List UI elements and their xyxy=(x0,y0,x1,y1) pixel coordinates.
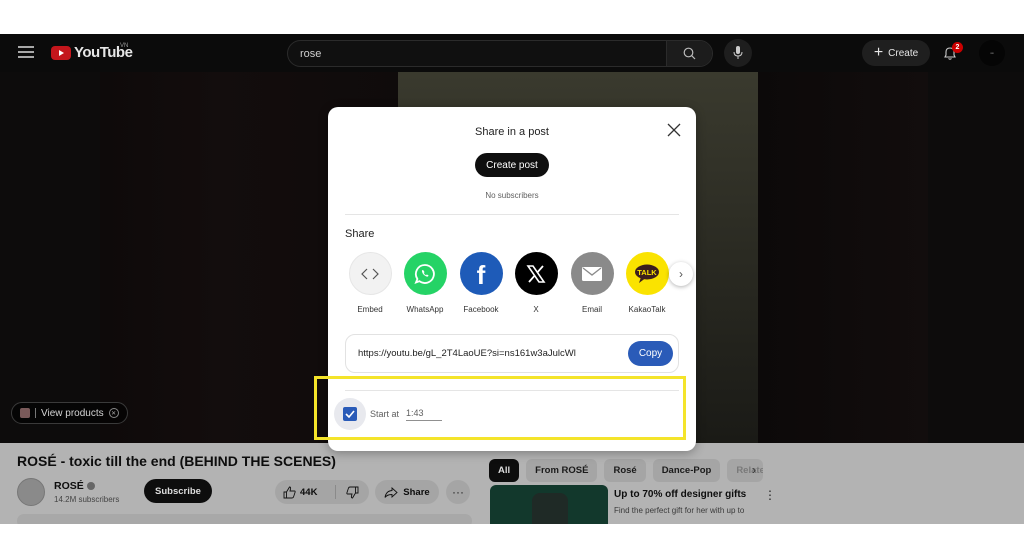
copy-button[interactable]: Copy xyxy=(628,341,673,366)
like-button[interactable]: 44K xyxy=(275,480,335,504)
create-label: Create xyxy=(888,47,919,59)
share-targets: Embed WhatsApp f Facebook X Email TALK K… xyxy=(345,252,693,317)
thumbs-down-icon xyxy=(346,486,359,498)
like-dislike-group: 44K xyxy=(275,480,369,504)
create-post-button[interactable]: Create post xyxy=(475,153,549,177)
menu-icon[interactable] xyxy=(18,46,34,58)
create-button[interactable]: + Create xyxy=(862,40,930,66)
chevron-right-icon[interactable]: › xyxy=(752,463,756,477)
view-products-label: View products xyxy=(41,407,104,419)
masthead: YouTube VN + Create 2 ▪▪▪ xyxy=(0,34,1024,72)
search-input[interactable] xyxy=(288,41,666,66)
channel-avatar[interactable] xyxy=(17,478,45,506)
share-target-x[interactable]: X xyxy=(511,252,561,314)
share-target-embed[interactable]: Embed xyxy=(345,252,395,314)
thumbs-up-icon xyxy=(283,486,296,498)
share-arrow-icon xyxy=(384,486,398,498)
close-icon[interactable] xyxy=(666,122,682,138)
checkbox-checked-icon xyxy=(343,407,357,421)
whatsapp-icon xyxy=(403,252,447,295)
youtube-play-logo-icon xyxy=(51,45,71,60)
country-code: VN xyxy=(120,43,129,49)
share-target-kakaotalk[interactable]: TALK KakaoTalk xyxy=(622,252,672,314)
share-button[interactable]: Share xyxy=(375,480,439,504)
separator xyxy=(35,408,36,418)
ad-title[interactable]: Up to 70% off designer gifts xyxy=(614,489,746,500)
facebook-icon: f xyxy=(459,252,503,295)
microphone-icon xyxy=(733,46,743,59)
svg-text:TALK: TALK xyxy=(637,268,657,277)
search-bar xyxy=(287,40,713,67)
share-target-label: KakaoTalk xyxy=(628,305,666,314)
related-chips: All From ROSÉ Rosé Dance-Pop Related xyxy=(489,459,764,482)
share-target-label: Email xyxy=(581,305,602,314)
share-target-label: X xyxy=(533,305,539,314)
share-target-facebook[interactable]: f Facebook xyxy=(456,252,506,314)
chip-rose[interactable]: Rosé xyxy=(604,459,646,482)
chevron-right-icon[interactable]: › xyxy=(669,262,693,286)
share-section-label: Share xyxy=(345,228,375,240)
product-thumbnail-icon xyxy=(20,408,30,418)
chip-from-rose[interactable]: From ROSÉ xyxy=(526,459,598,482)
share-url-box: Copy xyxy=(345,334,679,373)
video-title: ROSÉ - toxic till the end (BEHIND THE SC… xyxy=(17,453,336,469)
close-icon[interactable]: ✕ xyxy=(108,408,119,418)
share-url-field[interactable] xyxy=(358,348,608,359)
embed-icon xyxy=(348,252,392,295)
video-details: ROSÉ - toxic till the end (BEHIND THE SC… xyxy=(0,443,1024,524)
share-target-label: Embed xyxy=(357,305,383,314)
start-at-label: Start at xyxy=(370,409,400,419)
ad-menu-icon[interactable]: ⋮ xyxy=(764,488,776,502)
voice-search-button[interactable] xyxy=(724,39,752,67)
chip-dance-pop[interactable]: Dance-Pop xyxy=(652,459,721,482)
view-products-chip[interactable]: View products ✕ xyxy=(11,402,128,424)
divider xyxy=(345,214,679,215)
subscribe-button[interactable]: Subscribe xyxy=(144,479,212,503)
video-frame-right xyxy=(758,72,928,443)
dislike-button[interactable] xyxy=(336,486,369,499)
subscribers-note: No subscribers xyxy=(485,191,539,200)
description-box[interactable] xyxy=(17,514,472,524)
share-target-label: Facebook xyxy=(463,305,499,314)
kakaotalk-icon: TALK xyxy=(625,252,669,295)
start-at-row: Start at xyxy=(334,398,443,430)
more-actions-button[interactable]: ··· xyxy=(446,480,470,504)
verified-icon xyxy=(86,482,95,491)
divider xyxy=(345,390,679,391)
channel-name-text: ROSÉ xyxy=(54,480,84,492)
ad-thumbnail[interactable] xyxy=(490,485,608,524)
chip-related[interactable]: Related xyxy=(727,459,764,482)
share-label: Share xyxy=(403,486,430,498)
search-icon xyxy=(683,47,696,60)
share-dialog: Share in a post Create post No subscribe… xyxy=(328,107,696,451)
search-button[interactable] xyxy=(666,41,712,66)
chip-all[interactable]: All xyxy=(489,459,520,482)
notification-count-badge: 2 xyxy=(952,42,963,53)
dialog-title: Share in a post xyxy=(475,126,549,138)
x-icon xyxy=(514,252,558,295)
share-target-whatsapp[interactable]: WhatsApp xyxy=(400,252,450,314)
email-icon xyxy=(570,252,614,295)
ad-description: Find the perfect gift for her with up to xyxy=(614,506,745,515)
start-at-checkbox[interactable] xyxy=(334,398,366,430)
share-target-email[interactable]: Email xyxy=(567,252,617,314)
start-at-time-input[interactable] xyxy=(406,407,443,421)
plus-icon: + xyxy=(873,44,884,61)
subscriber-count: 14.2M subscribers xyxy=(54,495,120,504)
account-avatar[interactable]: ▪▪▪ xyxy=(979,40,1005,66)
channel-name[interactable]: ROSÉ xyxy=(54,480,95,492)
share-target-label: WhatsApp xyxy=(406,305,444,314)
like-count: 44K xyxy=(300,486,318,498)
